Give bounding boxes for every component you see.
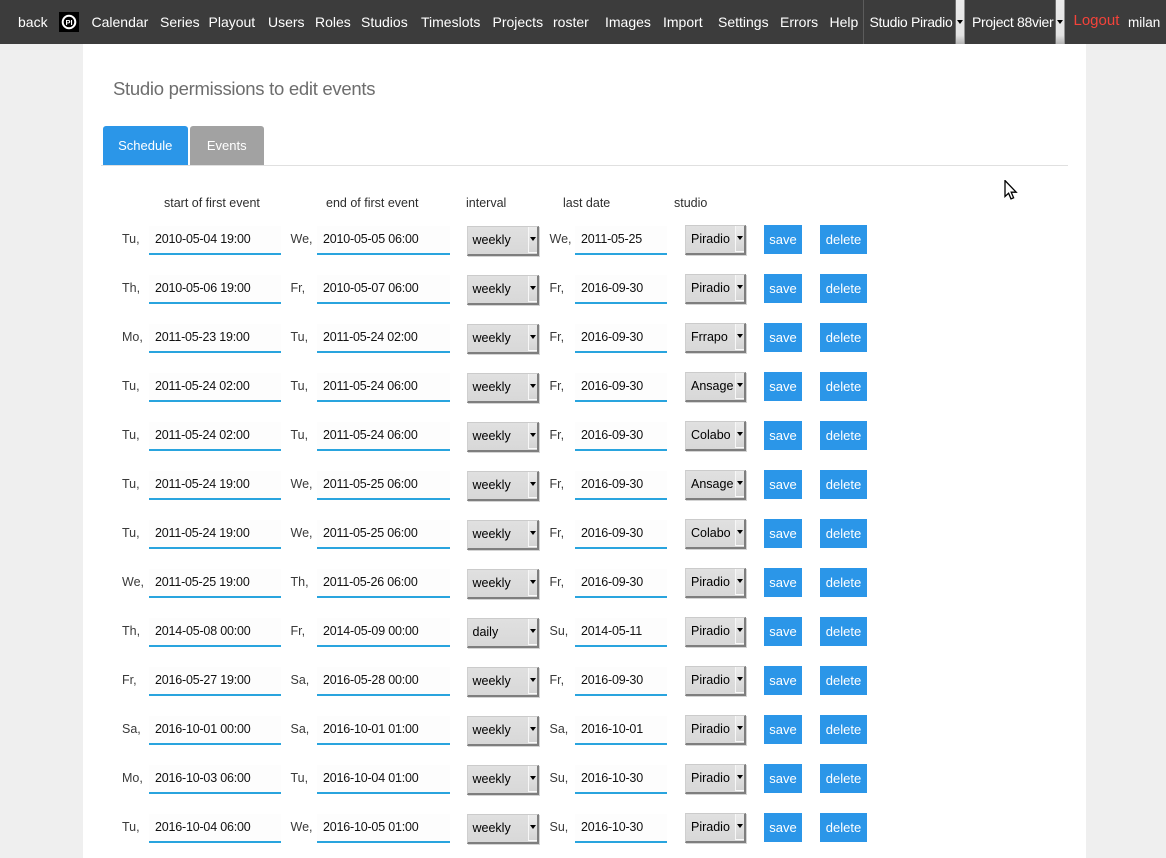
- svg-text:PI: PI: [65, 18, 72, 27]
